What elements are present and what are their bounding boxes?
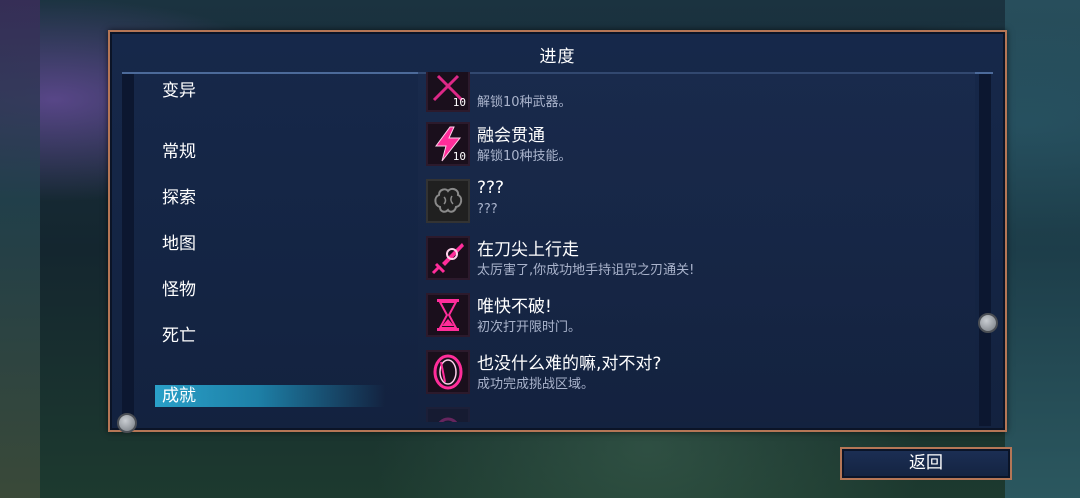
category-general[interactable]: 常规	[155, 141, 385, 163]
achievement-title: 在刀尖上行走	[477, 240, 579, 260]
achievement-list[interactable]: 10 解锁10种武器。 10 融会贯通 解锁10种技能。 ??? ??? 在刀尖…	[418, 72, 975, 422]
list-item[interactable]: ??? ???	[426, 177, 971, 225]
achievement-desc: 太厉害了,你成功地手持诅咒之刃通关!	[477, 263, 695, 278]
partial-achievement-icon	[426, 407, 470, 422]
crossed-swords-icon: 10	[426, 72, 470, 112]
category-deaths[interactable]: 死亡	[155, 325, 385, 347]
achievement-title: 融会贯通	[477, 126, 545, 146]
achievement-desc: 初次打开限时门。	[477, 320, 582, 335]
hourglass-icon	[426, 293, 470, 337]
lightning-bolt-icon: 10	[426, 122, 470, 166]
list-item[interactable]: 10 解锁10种武器。	[426, 72, 971, 114]
background-left	[0, 0, 40, 498]
category-monsters[interactable]: 怪物	[155, 279, 385, 301]
cursed-blade-icon	[426, 236, 470, 280]
achievement-badge: 10	[452, 150, 466, 163]
achievement-desc: ???	[477, 202, 498, 217]
achievement-desc: 解锁10种武器。	[477, 95, 572, 110]
list-item[interactable]	[426, 405, 971, 422]
category-mutations[interactable]: 变异	[155, 80, 385, 102]
category-achievements[interactable]: 成就	[155, 385, 385, 407]
left-scrollbar-thumb[interactable]	[117, 413, 137, 433]
category-exploration[interactable]: 探索	[155, 187, 385, 209]
portal-ring-icon	[426, 350, 470, 394]
right-scrollbar-thumb[interactable]	[978, 313, 998, 333]
achievement-badge: 10	[452, 96, 466, 109]
list-item[interactable]: 唯快不破! 初次打开限时门。	[426, 291, 971, 339]
list-item[interactable]: 10 融会贯通 解锁10种技能。	[426, 120, 971, 168]
right-scrollbar-track[interactable]	[979, 74, 991, 426]
achievement-title: 也没什么难的嘛,对不对?	[477, 354, 662, 374]
page-title: 进度	[539, 47, 576, 67]
list-item[interactable]: 也没什么难的嘛,对不对? 成功完成挑战区域。	[426, 348, 971, 396]
list-item[interactable]: 在刀尖上行走 太厉害了,你成功地手持诅咒之刃通关!	[426, 234, 971, 282]
achievement-desc: 解锁10种技能。	[477, 149, 572, 164]
category-map[interactable]: 地图	[155, 233, 385, 255]
background-right	[1005, 0, 1080, 498]
achievement-desc: 成功完成挑战区域。	[477, 377, 595, 392]
achievement-title: ???	[477, 178, 505, 198]
locked-brain-icon	[426, 179, 470, 223]
left-scrollbar-track[interactable]	[122, 74, 134, 426]
back-button[interactable]: 返回	[840, 447, 1012, 480]
achievement-title: 唯快不破!	[477, 297, 552, 317]
